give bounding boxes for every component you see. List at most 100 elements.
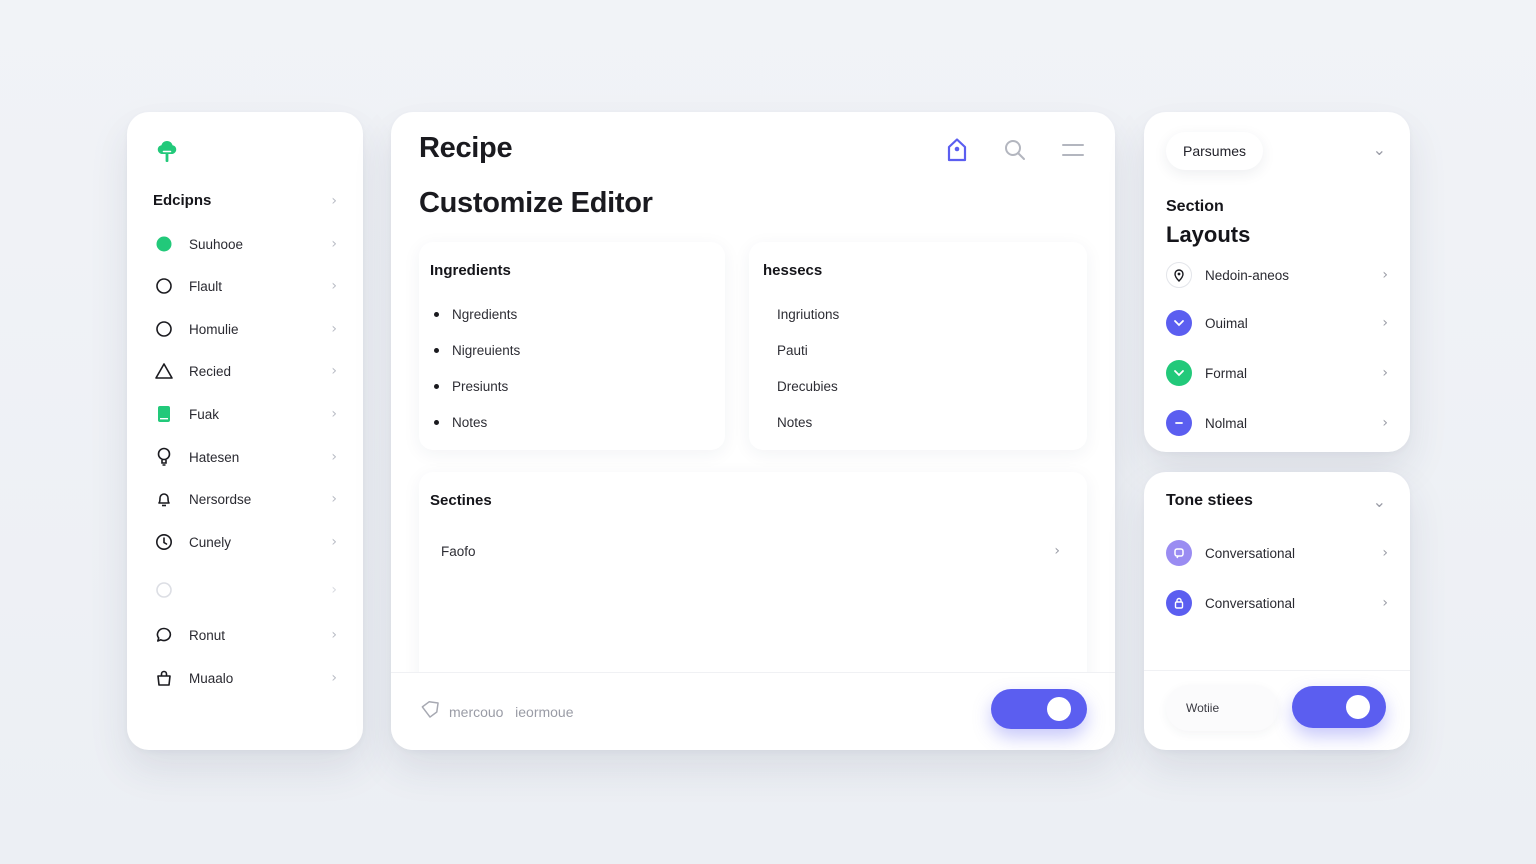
sidebar-item-suuhooe[interactable]: Suuhooe › <box>153 229 337 259</box>
chevron-down-icon[interactable]: ⌄ <box>1373 140 1386 159</box>
sections-title: Sectines <box>430 492 492 509</box>
chevron-down-icon[interactable]: ⌄ <box>1373 492 1386 511</box>
sidebar-item-label: Homulie <box>189 321 239 337</box>
list-item[interactable]: Notes <box>430 404 520 440</box>
chevron-right-icon: › <box>1382 415 1388 431</box>
circle-icon <box>154 319 174 339</box>
chevron-right-icon: › <box>331 363 337 379</box>
hesecs-panel: hessecs Ingriutions Pauti Drecubies Note… <box>749 242 1087 450</box>
tone-item-label: Conversational <box>1205 545 1296 561</box>
chevron-right-icon: › <box>331 582 337 598</box>
chevron-right-icon: › <box>331 534 337 550</box>
sidebar-item-label: Fuak <box>189 406 220 422</box>
bell-icon <box>154 489 174 509</box>
tone-pill-button[interactable]: Wotiie <box>1166 685 1278 731</box>
layout-item-label: Nolmal <box>1205 415 1248 431</box>
chevron-right-icon: › <box>1382 595 1388 611</box>
sidebar-item-label: Recied <box>189 363 232 379</box>
tone-title: Tone stiees <box>1166 492 1253 509</box>
main-toggle[interactable] <box>991 689 1087 729</box>
chevron-right-icon: › <box>331 491 337 507</box>
sidebar-item-flault[interactable]: Flault › <box>153 271 337 301</box>
sidebar-header[interactable]: Edcipns › <box>153 192 337 209</box>
sidebar-item-fuak[interactable]: Fuak › <box>153 399 337 429</box>
sidebar-item-label: Flault <box>189 278 223 294</box>
chevron-right-icon: › <box>331 670 337 686</box>
bullet-icon <box>434 419 439 425</box>
sidebar-item-cunely[interactable]: Cunely › <box>153 527 337 557</box>
list-item[interactable]: Presiunts <box>430 368 520 404</box>
layout-item-nedoin[interactable]: Nedoin-aneos › <box>1166 260 1388 290</box>
list-item-label: Ingriutions <box>777 306 840 322</box>
tone-item-label: Conversational <box>1205 595 1296 611</box>
faded-circle-icon <box>154 580 174 600</box>
chevron-right-icon: › <box>331 406 337 422</box>
page-title: Recipe <box>419 132 513 164</box>
section-label: Section <box>1166 198 1224 215</box>
layout-item-nolmal[interactable]: Nolmal › <box>1166 408 1388 438</box>
purple-dash-icon <box>1166 410 1192 436</box>
hesecs-title: hessecs <box>763 262 823 279</box>
list-item[interactable]: Pauti <box>760 332 839 368</box>
sidebar: Edcipns › Suuhooe › Flault › Homulie › R… <box>127 112 363 750</box>
params-dropdown[interactable]: Parsumes <box>1166 132 1264 170</box>
list-item-label: Pauti <box>777 342 808 358</box>
pin-icon <box>1166 262 1192 288</box>
sidebar-item-muaalo[interactable]: Muaalo › <box>153 663 337 693</box>
list-item[interactable]: Nigreuients <box>430 332 520 368</box>
bullet-icon <box>434 311 439 317</box>
tone-item-conversational-1[interactable]: Conversational › <box>1166 538 1388 568</box>
tone-toggle[interactable] <box>1292 686 1386 728</box>
toggle-knob <box>1047 697 1071 721</box>
chevron-right-icon: › <box>331 278 337 294</box>
sidebar-item-label: Muaalo <box>189 670 234 686</box>
purple-check-icon <box>1166 310 1192 336</box>
menu-icon[interactable] <box>1059 136 1087 164</box>
footer-text: mercouo ieormoue <box>449 703 574 720</box>
list-item-label: Ngredients <box>452 306 518 322</box>
editor-panel: Recipe Customize Editor Ingredients Ngre… <box>391 112 1115 750</box>
chevron-right-icon: › <box>331 236 337 252</box>
chevron-right-icon: › <box>1382 267 1388 283</box>
list-item[interactable]: Drecubies <box>760 368 839 404</box>
sidebar-item-label: Nersordse <box>189 491 252 507</box>
list-item[interactable]: Notes <box>760 404 839 440</box>
list-item[interactable]: Ingriutions <box>760 296 839 332</box>
chevron-right-icon: › <box>331 192 337 209</box>
sidebar-item-faded[interactable]: › <box>153 575 337 605</box>
list-item-label: Nigreuients <box>452 342 521 358</box>
tag-icon[interactable] <box>943 136 971 164</box>
search-icon[interactable] <box>1001 136 1029 164</box>
ingredients-panel: Ingredients Ngredients Nigreuients Presi… <box>419 242 725 450</box>
tone-item-conversational-2[interactable]: Conversational › <box>1166 588 1388 618</box>
layout-item-ouimal[interactable]: Ouimal › <box>1166 308 1388 338</box>
tree-logo-icon <box>153 138 181 166</box>
bullet-icon <box>434 347 439 353</box>
toolbar <box>943 136 1087 164</box>
sidebar-item-homulie[interactable]: Homulie › <box>153 314 337 344</box>
sidebar-item-label: Hatesen <box>189 449 240 465</box>
lightbulb-icon <box>154 447 174 467</box>
sidebar-item-ronut[interactable]: Ronut › <box>153 620 337 650</box>
layout-item-formal[interactable]: Formal › <box>1166 358 1388 388</box>
toggle-knob <box>1346 695 1370 719</box>
chevron-right-icon: › <box>1054 543 1060 559</box>
lavender-chat-icon <box>1166 540 1192 566</box>
params-card: Parsumes ⌄ Section Layouts Nedoin-aneos … <box>1144 112 1410 452</box>
chevron-right-icon: › <box>1382 365 1388 381</box>
chat-bubble-icon <box>154 625 174 645</box>
triangle-icon <box>154 361 174 381</box>
footer-link[interactable]: mercouo ieormoue <box>419 699 574 724</box>
layout-item-label: Formal <box>1205 365 1248 381</box>
sidebar-item-hatesen[interactable]: Hatesen › <box>153 442 337 472</box>
sidebar-item-nersordse[interactable]: Nersordse › <box>153 484 337 514</box>
hesecs-list: Ingriutions Pauti Drecubies Notes <box>760 296 839 440</box>
sidebar-item-recied[interactable]: Recied › <box>153 356 337 386</box>
section-row[interactable]: Faofo › <box>430 532 1060 570</box>
circle-icon <box>154 276 174 296</box>
clock-icon <box>154 532 174 552</box>
list-item[interactable]: Ngredients <box>430 296 520 332</box>
bullet-icon <box>434 383 439 389</box>
sidebar-item-label: Ronut <box>189 627 226 643</box>
sidebar-title: Edcipns <box>153 192 212 209</box>
